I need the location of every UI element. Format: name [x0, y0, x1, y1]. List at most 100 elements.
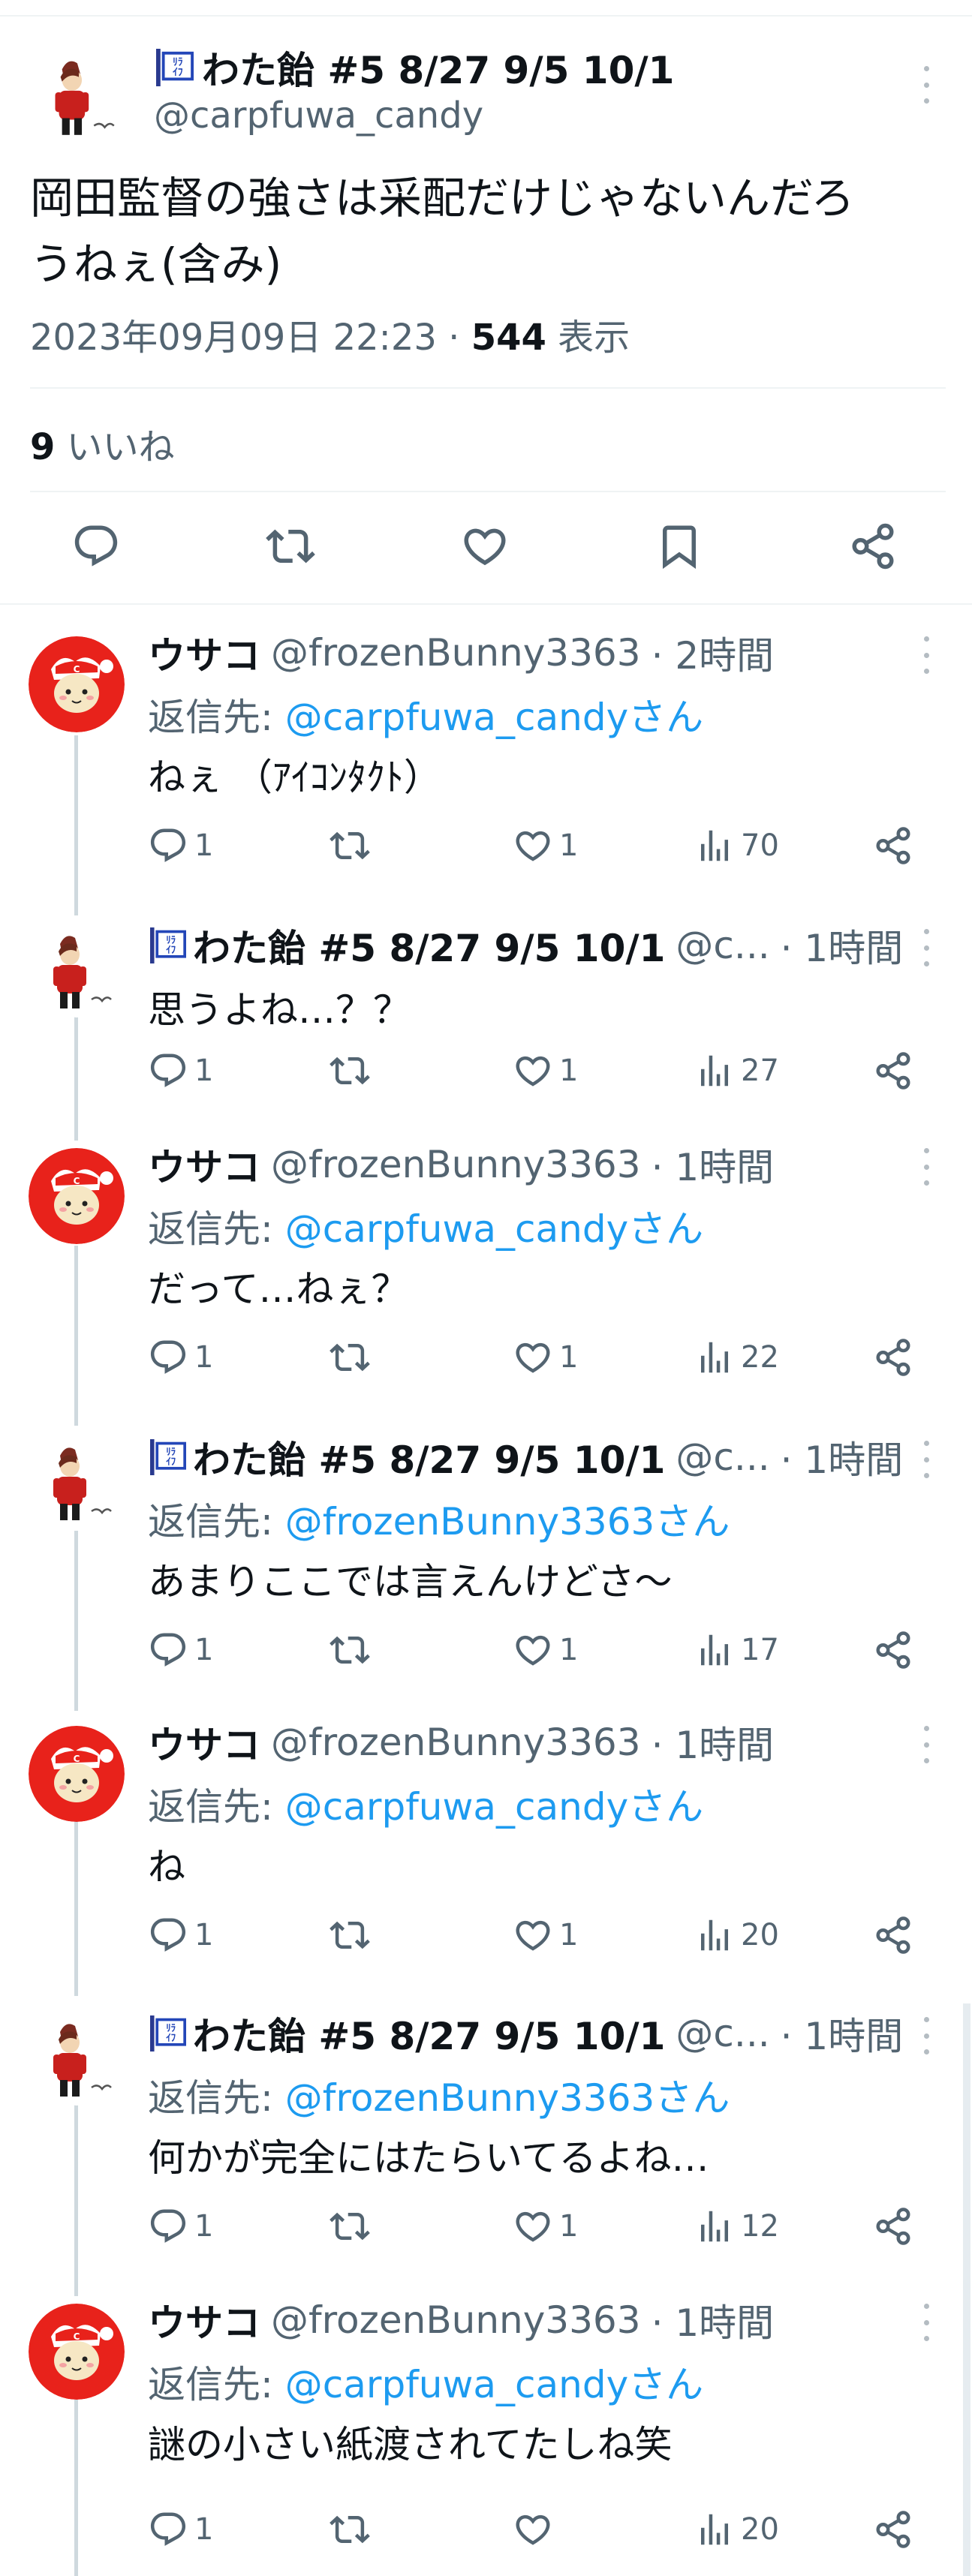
reply-actions: 1 1 12	[148, 2206, 936, 2251]
reply-button[interactable]: 1	[148, 2509, 213, 2550]
share-button[interactable]	[873, 2509, 913, 2550]
scrollbar[interactable]	[963, 2003, 970, 2576]
retweet-button[interactable]	[330, 1051, 370, 1091]
reply-to-link[interactable]: @carpfuwa_candyさん	[285, 2363, 703, 2406]
share-button[interactable]	[873, 1337, 913, 1378]
reply-time[interactable]: · 1時間	[781, 1430, 904, 1484]
retweet-button[interactable]	[330, 2509, 370, 2550]
like-button[interactable]: 1	[513, 1051, 578, 1091]
reply-to-link[interactable]: @carpfuwa_candyさん	[285, 1785, 703, 1829]
more-icon[interactable]	[922, 929, 931, 966]
avatar[interactable]	[29, 921, 125, 1017]
views-button[interactable]: 70	[694, 825, 779, 866]
share-button[interactable]	[873, 2206, 913, 2247]
author-avatar[interactable]	[30, 47, 128, 144]
avatar[interactable]	[29, 2009, 125, 2106]
like-button[interactable]: 1	[513, 825, 578, 866]
reply-button[interactable]: 1	[148, 2206, 213, 2247]
like-button[interactable]: 1	[513, 1630, 578, 1670]
like-icon	[513, 1051, 553, 1091]
more-icon[interactable]	[922, 1148, 931, 1186]
reply-text: あまりここでは言えんけどさ〜	[148, 1560, 673, 1604]
flag-icon	[148, 927, 188, 963]
like-button[interactable]	[513, 2509, 559, 2550]
divider	[30, 387, 946, 389]
reply-button[interactable]: 1	[148, 1337, 213, 1378]
views-count: 544	[471, 317, 546, 359]
reply-time[interactable]: · 2時間	[652, 626, 775, 680]
views-button[interactable]: 20	[694, 1915, 779, 1955]
tweet-datetime[interactable]: 2023年09月09日 22:23	[30, 317, 437, 359]
reply-author-name[interactable]: ウサコ	[148, 1138, 260, 1192]
more-icon[interactable]	[922, 2017, 931, 2054]
like-button[interactable]: 1	[513, 1337, 578, 1378]
retweet-button[interactable]	[330, 2206, 370, 2247]
share-button[interactable]	[873, 1051, 913, 1091]
reply-to-link[interactable]: @carpfuwa_candyさん	[285, 1207, 703, 1251]
share-button[interactable]	[848, 522, 898, 582]
reply-author-name[interactable]: わた飴 #5 8/27 9/5 10/1	[193, 918, 665, 972]
reply-author-name[interactable]: わた飴 #5 8/27 9/5 10/1	[193, 2006, 665, 2060]
avatar[interactable]	[29, 2304, 125, 2400]
reply-time[interactable]: · 1時間	[781, 918, 904, 972]
author-handle[interactable]: @carpfuwa_candy	[154, 95, 483, 137]
bookmark-button[interactable]	[655, 522, 704, 582]
reply-author-handle[interactable]: @frozenBunny3363	[271, 1721, 641, 1764]
avatar[interactable]	[29, 1433, 125, 1529]
retweet-button[interactable]	[330, 1915, 370, 1955]
more-icon[interactable]	[922, 636, 931, 674]
likes-summary[interactable]: 9 いいね	[30, 417, 175, 470]
reply-icon	[148, 1915, 188, 1955]
reply-to-link[interactable]: @carpfuwa_candyさん	[285, 696, 703, 739]
reply-to-link[interactable]: @frozenBunny3363さん	[285, 2076, 730, 2120]
reply-button[interactable]: 1	[148, 1915, 213, 1955]
views-button[interactable]: 20	[694, 2509, 779, 2550]
share-button[interactable]	[873, 825, 913, 866]
retweet-button[interactable]	[330, 825, 370, 866]
like-button[interactable]	[460, 522, 510, 582]
more-icon[interactable]	[922, 66, 931, 104]
reply-author-handle[interactable]: @c	[676, 2012, 734, 2055]
more-icon[interactable]	[922, 1441, 931, 1478]
reply-author-handle[interactable]: @frozenBunny3363	[271, 631, 641, 675]
reply-time[interactable]: · 1時間	[652, 2293, 775, 2347]
more-icon[interactable]	[922, 2304, 931, 2341]
reply-author-handle[interactable]: @c	[676, 1435, 734, 1479]
tweet-meta: 2023年09月09日 22:23 · 544 表示	[30, 308, 630, 360]
avatar[interactable]	[29, 1726, 125, 1822]
author-name[interactable]: わた飴 #5 8/27 9/5 10/1	[202, 41, 674, 95]
reply-author-handle[interactable]: @frozenBunny3363	[271, 1143, 641, 1186]
reply-author-name[interactable]: ウサコ	[148, 626, 260, 680]
reply-author-handle[interactable]: @c	[676, 924, 734, 967]
reply-button[interactable]: 1	[148, 825, 213, 866]
author-name-row[interactable]: わた飴 #5 8/27 9/5 10/1	[154, 44, 674, 92]
views-count: 22	[741, 1340, 779, 1375]
reply-to-link[interactable]: @frozenBunny3363さん	[285, 1500, 730, 1543]
share-button[interactable]	[873, 1630, 913, 1670]
views-button[interactable]: 27	[694, 1051, 779, 1091]
avatar[interactable]	[29, 1148, 125, 1244]
views-button[interactable]: 12	[694, 2206, 779, 2247]
reply-button[interactable]	[71, 522, 121, 582]
reply-author-handle[interactable]: @frozenBunny3363	[271, 2298, 641, 2342]
reply-button[interactable]: 1	[148, 1051, 213, 1091]
retweet-button[interactable]	[330, 1630, 370, 1670]
reply-text: 謎の小さい紙渡されてたしね笑	[148, 2423, 673, 2466]
more-icon[interactable]	[922, 1726, 931, 1763]
reply-time[interactable]: · 1時間	[652, 1715, 775, 1769]
reply-button[interactable]: 1	[148, 1630, 213, 1670]
reply-author-name[interactable]: ウサコ	[148, 2293, 260, 2347]
reply-time[interactable]: · 1時間	[652, 1138, 775, 1192]
like-button[interactable]: 1	[513, 1915, 578, 1955]
flag-icon	[148, 1439, 188, 1475]
views-button[interactable]: 17	[694, 1630, 779, 1670]
reply-author-name[interactable]: わた飴 #5 8/27 9/5 10/1	[193, 1430, 665, 1484]
retweet-button[interactable]	[266, 522, 315, 582]
reply-author-name[interactable]: ウサコ	[148, 1715, 260, 1769]
share-button[interactable]	[873, 1915, 913, 1955]
reply-time[interactable]: · 1時間	[781, 2006, 904, 2060]
avatar[interactable]	[29, 636, 125, 732]
retweet-button[interactable]	[330, 1337, 370, 1378]
views-button[interactable]: 22	[694, 1337, 779, 1378]
like-button[interactable]: 1	[513, 2206, 578, 2247]
